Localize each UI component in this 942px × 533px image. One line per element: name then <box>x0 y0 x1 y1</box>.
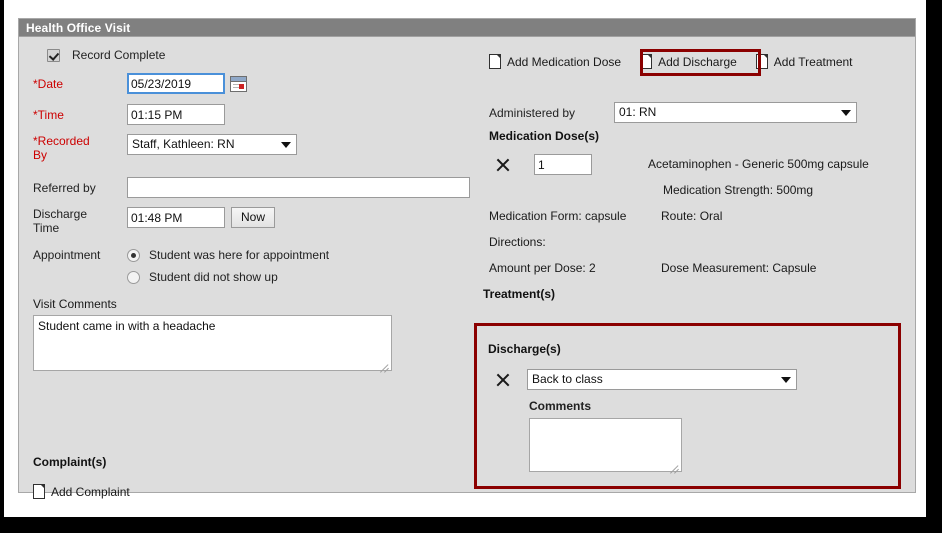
appointment-options: Student was here for appointment Student… <box>127 248 329 284</box>
page-icon <box>755 54 768 69</box>
complaints-heading: Complaint(s) <box>33 455 107 469</box>
medication-strength: Medication Strength: 500mg <box>663 183 814 197</box>
amount-per-dose: Amount per Dose: 2 <box>489 261 596 275</box>
date-input[interactable] <box>127 73 225 94</box>
recorded-by-value: Staff, Kathleen: RN <box>132 137 235 151</box>
panel-body: Record Complete *Date *Time <box>19 37 915 499</box>
add-treatment-label: Add Treatment <box>773 54 853 69</box>
discharge-row: Back to class <box>495 369 797 390</box>
add-medication-dose-label: Add Medication Dose <box>507 54 622 69</box>
discharge-time-row: Discharge Time Now <box>33 207 276 235</box>
visit-comments-label: Visit Comments <box>33 297 117 311</box>
discharge-comments-wrap <box>529 418 682 475</box>
chevron-down-icon <box>841 109 851 116</box>
appointment-option-no-show[interactable]: Student did not show up <box>127 270 329 284</box>
delete-discharge-icon[interactable] <box>495 372 510 387</box>
medication-dose-row <box>495 154 592 175</box>
discharge-comments-label: Comments <box>529 399 592 413</box>
add-complaint-label: Add Complaint <box>51 484 130 499</box>
page-icon <box>489 54 501 69</box>
now-button[interactable]: Now <box>231 207 276 228</box>
medication-route: Route: Oral <box>661 209 723 223</box>
discharge-reason-value: Back to class <box>532 372 603 386</box>
add-actions-row: Add Medication Dose Add Discharge Add Tr… <box>489 54 853 69</box>
add-discharge-label: Add Discharge <box>658 54 737 69</box>
medication-directions: Directions: <box>489 235 546 249</box>
appointment-option-here[interactable]: Student was here for appointment <box>127 248 329 262</box>
record-complete-checkbox[interactable] <box>47 48 60 62</box>
page-icon <box>33 484 45 499</box>
appointment-option-1-label: Student was here for appointment <box>149 248 330 262</box>
discharge-time-input[interactable] <box>127 207 225 228</box>
radio-did-not-show-up[interactable] <box>127 270 140 284</box>
medication-doses-heading: Medication Dose(s) <box>489 129 600 143</box>
calendar-icon[interactable] <box>230 75 247 92</box>
discharges-section: Discharge(s) Back to class Comments <box>474 323 901 489</box>
treatments-heading: Treatment(s) <box>483 287 556 301</box>
administered-by-row: Administered by 01: RN <box>489 102 857 123</box>
time-input[interactable] <box>127 104 225 125</box>
record-complete-label: Record Complete <box>72 48 166 62</box>
right-column: Add Medication Dose Add Discharge Add Tr… <box>471 37 915 492</box>
delete-medication-dose-icon[interactable] <box>495 157 510 172</box>
discharges-heading: Discharge(s) <box>488 342 561 356</box>
date-row: *Date <box>33 73 247 94</box>
time-row: *Time <box>33 104 225 125</box>
page-icon <box>640 54 653 69</box>
screenshot-frame: Health Office Visit Record Complete *Dat… <box>0 0 942 533</box>
recorded-by-select[interactable]: Staff, Kathleen: RN <box>127 134 297 155</box>
discharge-reason-select[interactable]: Back to class <box>527 369 797 390</box>
chevron-down-icon <box>281 141 291 148</box>
referred-by-label: Referred by <box>33 180 96 195</box>
administered-by-label: Administered by <box>489 105 576 120</box>
left-column: Record Complete *Date *Time <box>19 37 471 499</box>
chevron-down-icon <box>781 376 791 383</box>
add-discharge-button[interactable]: Add Discharge <box>635 54 742 69</box>
time-label: *Time <box>33 107 64 122</box>
administered-by-select[interactable]: 01: RN <box>614 102 857 123</box>
health-office-visit-panel: Health Office Visit Record Complete *Dat… <box>18 18 916 499</box>
add-complaint-button[interactable]: Add Complaint <box>33 484 130 499</box>
panel-title: Health Office Visit <box>19 19 915 37</box>
appointment-label: Appointment <box>33 248 101 262</box>
appointment-row: Appointment Student was here for appoint… <box>33 248 329 284</box>
discharge-comments-textarea[interactable] <box>529 418 682 472</box>
recorded-by-label: *Recorded By <box>33 134 90 162</box>
record-complete-row: Record Complete <box>47 48 165 62</box>
visit-comments-textarea[interactable] <box>33 315 392 371</box>
discharge-time-label: Discharge Time <box>33 207 88 235</box>
dose-measurement: Dose Measurement: Capsule <box>661 261 817 275</box>
dose-quantity-input[interactable] <box>534 154 592 175</box>
appointment-option-2-label: Student did not show up <box>149 270 278 284</box>
visit-comments-wrap <box>33 315 392 374</box>
medication-form: Medication Form: capsule <box>489 209 627 223</box>
date-label: *Date <box>33 76 64 91</box>
add-medication-dose-button[interactable]: Add Medication Dose <box>489 54 621 69</box>
referred-by-row: Referred by <box>33 177 470 198</box>
referred-by-input[interactable] <box>127 177 470 198</box>
recorded-by-row: *Recorded By Staff, Kathleen: RN <box>33 134 297 162</box>
administered-by-value: 01: RN <box>619 105 657 119</box>
radio-here-for-appointment[interactable] <box>127 248 140 262</box>
add-treatment-button[interactable]: Add Treatment <box>755 54 853 69</box>
medication-name: Acetaminophen - Generic 500mg capsule <box>648 157 869 171</box>
